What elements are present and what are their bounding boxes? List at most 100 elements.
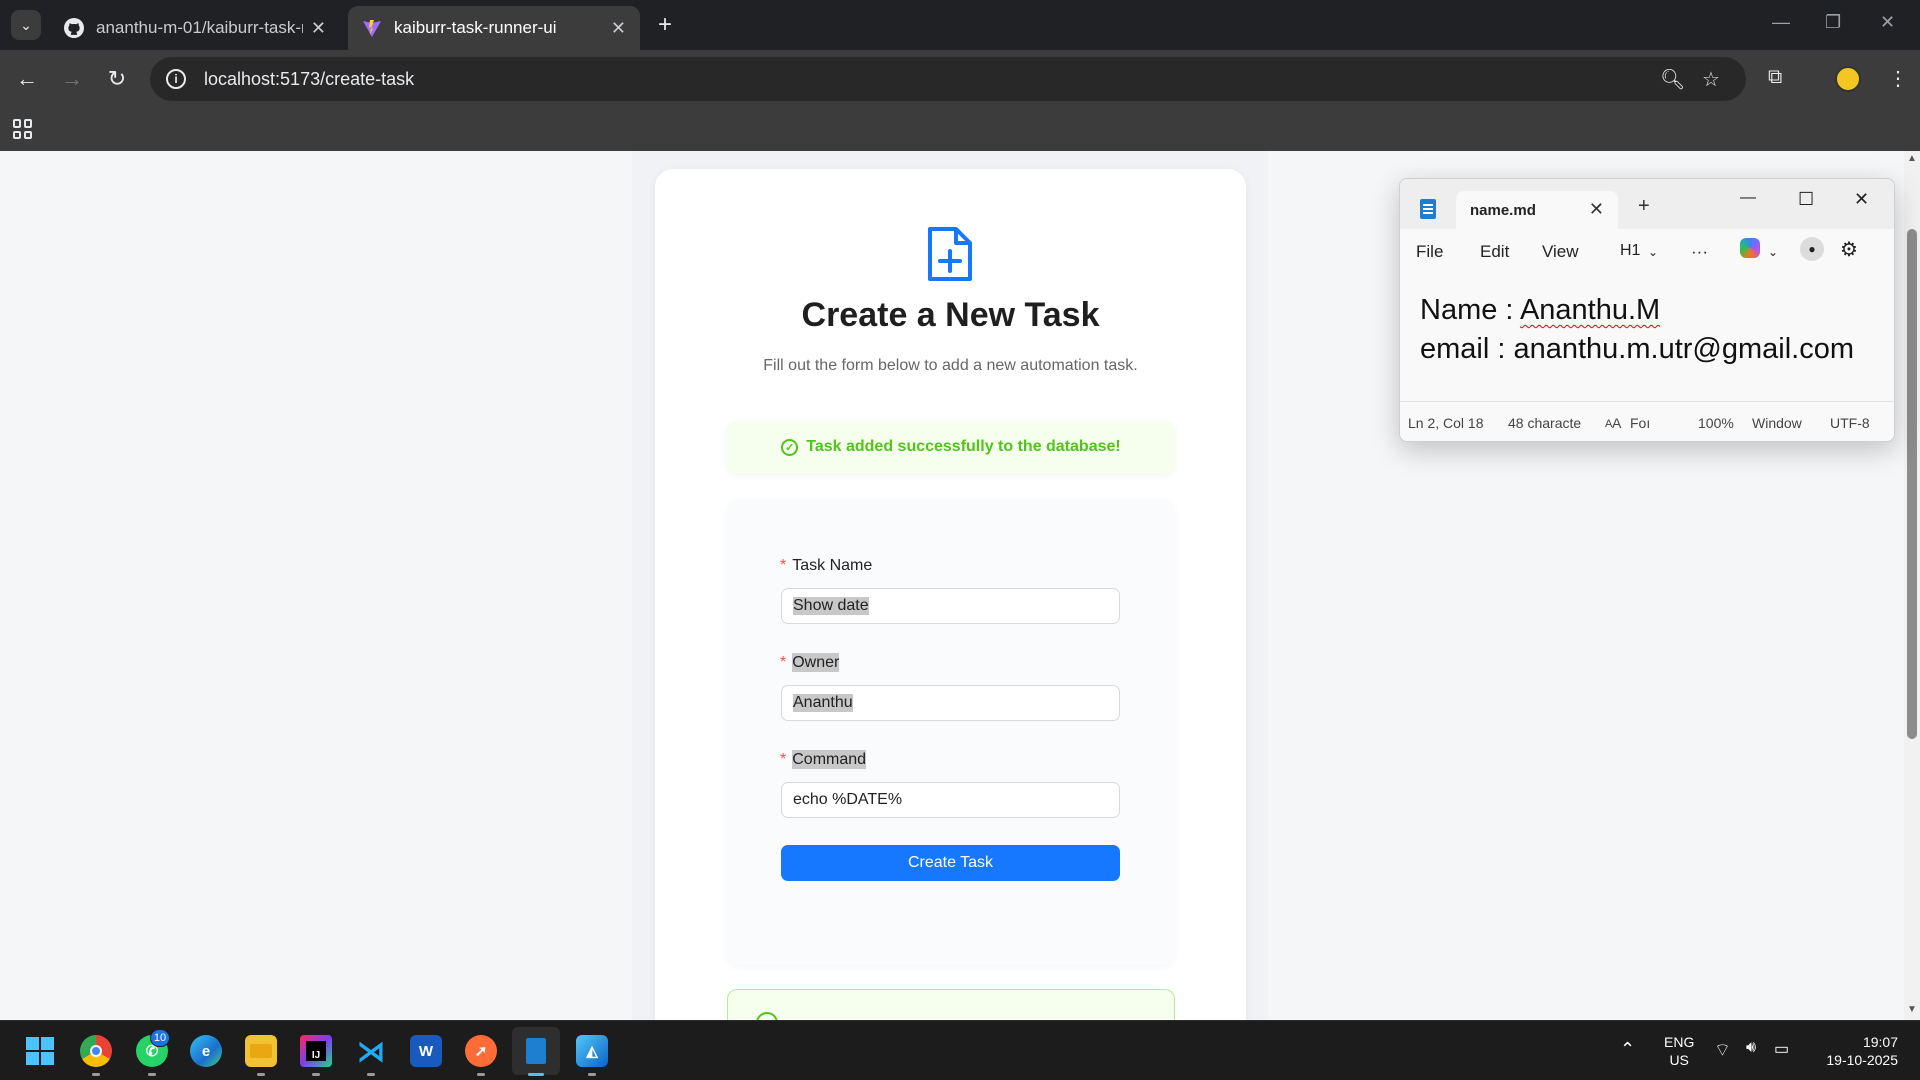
tab-search-button[interactable]: ⌄	[11, 10, 41, 40]
copilot-icon[interactable]	[1740, 238, 1760, 258]
photos-icon[interactable]: ◭	[576, 1035, 608, 1067]
notepad-statusbar: Ln 2, Col 18 48 characte A A Foı 100% Wi…	[1400, 401, 1894, 441]
menu-view[interactable]: View	[1542, 242, 1579, 262]
task-name-label: * Task Name	[780, 557, 872, 575]
running-indicator	[367, 1073, 375, 1076]
notepad-window: name.md ✕ + — ☐ ✕ File Edit View H1 ⌄ ··…	[1399, 178, 1895, 442]
close-window-icon[interactable]: ✕	[1880, 12, 1895, 33]
task-name-input[interactable]: Show date	[781, 588, 1120, 624]
time-text: 19:07	[1862, 1034, 1898, 1050]
clock[interactable]: 19:07 19-10-2025	[1816, 1033, 1898, 1069]
encoding[interactable]: UTF-8	[1830, 415, 1870, 431]
tab-kaiburr-ui[interactable]: kaiburr-task-runner-ui ✕	[348, 6, 640, 50]
create-task-button[interactable]: Create Task	[781, 845, 1120, 881]
notepad-tab[interactable]: name.md ✕	[1456, 191, 1618, 229]
vite-icon	[363, 20, 381, 37]
notepad-menubar: File Edit View H1 ⌄ ··· ⌄ ● ⚙	[1400, 229, 1894, 271]
url-text: localhost:5173/create-task	[204, 68, 415, 89]
close-icon[interactable]: ✕	[611, 18, 626, 39]
chrome-icon[interactable]	[80, 1035, 112, 1067]
minimize-icon[interactable]: —	[1740, 189, 1756, 207]
account-icon[interactable]: ●	[1800, 237, 1824, 261]
check-circle-icon: ✓	[781, 438, 799, 456]
owner-input[interactable]: Ananthu	[781, 685, 1120, 721]
zoom-icon[interactable]: 🔍︎	[1660, 67, 1685, 92]
site-info-icon[interactable]: i	[166, 69, 186, 89]
show-hidden-icons[interactable]: ⌃	[1620, 1039, 1635, 1060]
editor-line-1: Name : Ananthu.M	[1420, 291, 1854, 330]
word-icon[interactable]: W	[410, 1035, 442, 1067]
font-icon: A	[1612, 415, 1622, 431]
vscode-icon[interactable]: ⋊	[355, 1035, 387, 1067]
chevron-down-icon: ⌄	[1768, 245, 1779, 259]
github-icon	[64, 18, 84, 38]
back-button[interactable]: ←	[12, 64, 42, 94]
cursor-position[interactable]: Ln 2, Col 18	[1408, 415, 1484, 431]
zoom-level[interactable]: 100%	[1698, 415, 1734, 431]
browser-tab-strip: ⌄ ananthu-m-01/kaiburr-task-runn ✕ kaibu…	[0, 0, 1920, 50]
bookmark-star-icon[interactable]: ☆	[1702, 67, 1720, 92]
settings-gear-icon[interactable]: ⚙	[1840, 237, 1858, 262]
notepad-tab-title: name.md	[1470, 201, 1536, 219]
label-text: Owner	[792, 653, 840, 672]
input-value: Ananthu	[793, 694, 853, 712]
windows-start-icon[interactable]	[24, 1035, 56, 1067]
browser-menu-icon[interactable]: ⋮	[1888, 66, 1908, 91]
notepad-editor[interactable]: Name : Ananthu.M email : ananthu.m.utr@g…	[1420, 291, 1854, 369]
line-ending[interactable]: Window	[1752, 415, 1802, 431]
windows-taskbar: ✆ 10 e IJ ⋊ W ➚ ◭ ⌃ ENG US ⌔ 🔊︎ ▭ 19:07 …	[0, 1020, 1920, 1080]
restore-icon[interactable]: ❐	[1825, 12, 1841, 33]
success-message: Task added successfully to the database!	[806, 438, 1121, 455]
maximize-icon[interactable]: ☐	[1798, 189, 1814, 210]
input-value: echo %DATE%	[793, 791, 903, 808]
extensions-icon[interactable]: ⧉	[1768, 66, 1782, 89]
input-language[interactable]: ENG US	[1664, 1033, 1694, 1069]
line-text: Name :	[1420, 294, 1520, 326]
chevron-down-icon: ⌄	[1648, 245, 1659, 259]
font-button[interactable]: Foı	[1630, 415, 1650, 431]
result-card	[727, 989, 1175, 1034]
region-text: US	[1669, 1052, 1689, 1068]
notepad-titlebar: name.md ✕ + — ☐ ✕	[1400, 179, 1894, 229]
postman-icon[interactable]: ➚	[465, 1035, 497, 1067]
misspelled-word: Ananthu.M	[1519, 294, 1661, 326]
menu-edit[interactable]: Edit	[1480, 242, 1509, 262]
tab-title: kaiburr-task-runner-ui	[394, 18, 557, 37]
wifi-icon[interactable]: ⌔	[1714, 1039, 1731, 1062]
command-input[interactable]: echo %DATE%	[781, 782, 1120, 818]
volume-icon[interactable]: 🔊︎	[1746, 1039, 1756, 1057]
close-window-icon[interactable]: ✕	[1854, 189, 1869, 210]
running-indicator	[477, 1073, 485, 1076]
owner-label: * Owner	[780, 653, 840, 672]
required-mark: *	[780, 557, 787, 574]
minimize-icon[interactable]: —	[1772, 12, 1790, 33]
page-scrollbar[interactable]: ▲ ▼	[1904, 151, 1920, 1020]
battery-icon[interactable]: ▭	[1774, 1039, 1789, 1059]
editor-line-2: email : ananthu.m.utr@gmail.com	[1420, 333, 1854, 365]
close-icon[interactable]: ✕	[311, 18, 326, 39]
scroll-up-icon[interactable]: ▲	[1907, 153, 1917, 164]
scroll-down-icon[interactable]: ▼	[1907, 1004, 1917, 1015]
forward-button[interactable]: →	[57, 64, 87, 94]
new-tab-icon[interactable]: +	[1638, 195, 1650, 218]
file-explorer-icon[interactable]	[245, 1035, 277, 1067]
more-options-button[interactable]: ···	[1691, 242, 1708, 262]
heading-dropdown[interactable]: H1	[1620, 242, 1640, 260]
scrollbar-thumb[interactable]	[1907, 229, 1917, 739]
tab-title: ananthu-m-01/kaiburr-task-runn	[96, 18, 303, 37]
menu-file[interactable]: File	[1416, 242, 1443, 262]
reload-button[interactable]: ↻	[102, 64, 132, 94]
profile-avatar[interactable]	[1835, 66, 1861, 92]
edge-icon[interactable]: e	[190, 1035, 222, 1067]
apps-grid-icon[interactable]	[13, 119, 33, 139]
notepad-taskbar-icon[interactable]	[512, 1027, 560, 1075]
tab-github[interactable]: ananthu-m-01/kaiburr-task-runn ✕	[50, 6, 340, 50]
new-tab-button[interactable]: +	[650, 10, 680, 40]
close-icon[interactable]: ✕	[1589, 199, 1604, 220]
character-count: 48 characte	[1508, 415, 1582, 431]
page-subtitle: Fill out the form below to add a new aut…	[763, 357, 1138, 374]
intellij-icon[interactable]: IJ	[300, 1035, 332, 1067]
bookmarks-bar	[0, 108, 1920, 151]
running-indicator	[257, 1073, 265, 1076]
address-bar[interactable]: i localhost:5173/create-task 🔍︎ ☆	[150, 57, 1746, 101]
